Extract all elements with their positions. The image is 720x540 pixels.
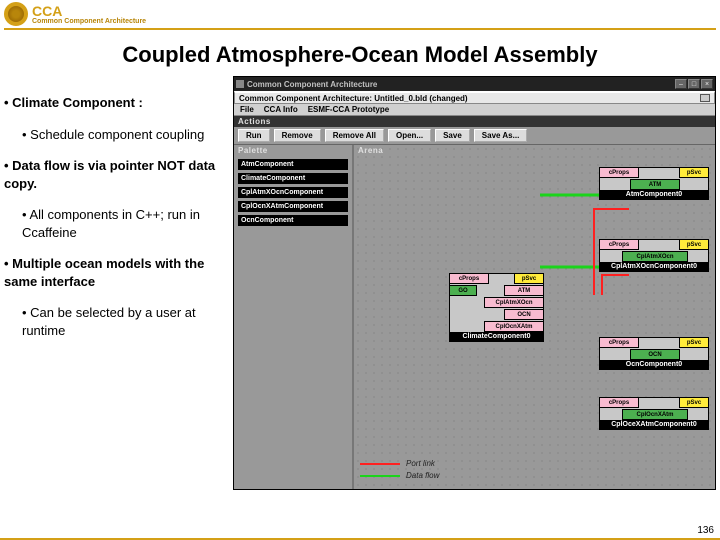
palette-item[interactable]: CplAtmXOcnComponent <box>238 187 348 198</box>
app-window: Common Component Architecture – □ × Comm… <box>233 76 716 490</box>
remove-button[interactable]: Remove <box>274 129 321 142</box>
port-cprops[interactable]: cProps <box>449 273 489 284</box>
cpl-ocn-atm-component[interactable]: cProps pSvc CplOcnXAtm CplOceXAtmCompone… <box>599 397 709 430</box>
palette-item[interactable]: CplOcnXAtmComponent <box>238 201 348 212</box>
port-cprops[interactable]: cProps <box>599 397 639 408</box>
port-cprops[interactable]: cProps <box>599 167 639 178</box>
slide-title: Coupled Atmosphere-Ocean Model Assembly <box>0 42 720 68</box>
port-go[interactable]: GO <box>449 285 477 296</box>
bullet-list: • Climate Component : • Schedule compone… <box>4 76 229 490</box>
palette-label: Palette <box>234 145 352 156</box>
port-cprops[interactable]: cProps <box>599 337 639 348</box>
header-rule <box>4 28 716 30</box>
port-atm[interactable]: ATM <box>630 179 680 190</box>
bullet-1: • Climate Component : <box>4 95 143 110</box>
app-icon <box>236 80 244 88</box>
doc-maximize-button[interactable] <box>700 94 710 102</box>
component-title: AtmComponent0 <box>600 190 708 199</box>
slide-header: CCA Common Component Architecture <box>0 0 720 28</box>
port-ocn[interactable]: OCN <box>630 349 680 360</box>
palette-item[interactable]: AtmComponent <box>238 159 348 170</box>
port-psvc[interactable]: pSvc <box>514 273 544 284</box>
close-button[interactable]: × <box>701 79 713 89</box>
component-title: OcnComponent0 <box>600 360 708 369</box>
port-cplocnxatm[interactable]: CplOcnXAtm <box>484 321 544 332</box>
bullet-3a: • Can be selected by a user at runtime <box>22 304 229 339</box>
document-title: Common Component Architecture: Untitled_… <box>239 94 468 103</box>
cca-acronym: CCA <box>32 4 146 18</box>
port-cprops[interactable]: cProps <box>599 239 639 250</box>
port-atm[interactable]: ATM <box>504 285 544 296</box>
port-cplatmxocn[interactable]: CplAtmXOcn <box>622 251 688 262</box>
port-cplocnxatm[interactable]: CplOcnXAtm <box>622 409 688 420</box>
remove-all-button[interactable]: Remove All <box>325 129 384 142</box>
save-as-button[interactable]: Save As... <box>474 129 528 142</box>
run-button[interactable]: Run <box>238 129 270 142</box>
minimize-button[interactable]: – <box>675 79 687 89</box>
port-psvc[interactable]: pSvc <box>679 167 709 178</box>
cca-logo-icon <box>4 2 28 26</box>
arena-pane[interactable]: Arena <box>354 145 715 489</box>
palette-item[interactable]: ClimateComponent <box>238 173 348 184</box>
port-ocn[interactable]: OCN <box>504 309 544 320</box>
cpl-atm-ocn-component[interactable]: cProps pSvc CplAtmXOcn CplAtmXOcnCompone… <box>599 239 709 272</box>
port-psvc[interactable]: pSvc <box>679 337 709 348</box>
legend: Port link Data flow <box>360 459 439 483</box>
bullet-3: • Multiple ocean models with the same in… <box>4 256 204 289</box>
port-cplatmxocn[interactable]: CplAtmXOcn <box>484 297 544 308</box>
component-title: CplAtmXOcnComponent0 <box>600 262 708 271</box>
document-titlebar: Common Component Architecture: Untitled_… <box>234 91 715 104</box>
menubar: File CCA Info ESMF-CCA Prototype <box>234 104 715 116</box>
port-psvc[interactable]: pSvc <box>679 239 709 250</box>
actions-label: Actions <box>234 116 715 127</box>
arena-label: Arena <box>354 145 387 156</box>
cca-name: Common Component Architecture <box>32 18 146 25</box>
menu-esmf[interactable]: ESMF-CCA Prototype <box>308 105 389 114</box>
menu-ccainfo[interactable]: CCA Info <box>264 105 298 114</box>
port-psvc[interactable]: pSvc <box>679 397 709 408</box>
outer-titlebar: Common Component Architecture – □ × <box>234 77 715 91</box>
bullet-2a: • All components in C++; run in Ccaffein… <box>22 206 229 241</box>
component-title: ClimateComponent0 <box>450 332 543 341</box>
toolbar: Run Remove Remove All Open... Save Save … <box>234 127 715 145</box>
atm-component[interactable]: cProps pSvc ATM AtmComponent0 <box>599 167 709 200</box>
legend-dataflow: Data flow <box>406 471 439 480</box>
maximize-button[interactable]: □ <box>688 79 700 89</box>
bullet-1a: • Schedule component coupling <box>22 126 229 144</box>
palette-pane: Palette AtmComponent ClimateComponent Cp… <box>234 145 354 489</box>
bullet-2: • Data flow is via pointer NOT data copy… <box>4 158 215 191</box>
menu-file[interactable]: File <box>240 105 254 114</box>
open-button[interactable]: Open... <box>388 129 431 142</box>
legend-portlink: Port link <box>406 459 435 468</box>
page-number: 136 <box>697 525 714 536</box>
component-title: CplOceXAtmComponent0 <box>600 420 708 429</box>
climate-component[interactable]: cProps pSvc GO ATM CplAtmXOcn OCN CplOcn… <box>449 273 544 342</box>
save-button[interactable]: Save <box>435 129 470 142</box>
ocn-component[interactable]: cProps pSvc OCN OcnComponent0 <box>599 337 709 370</box>
outer-window-title: Common Component Architecture <box>247 80 674 89</box>
palette-item[interactable]: OcnComponent <box>238 215 348 226</box>
